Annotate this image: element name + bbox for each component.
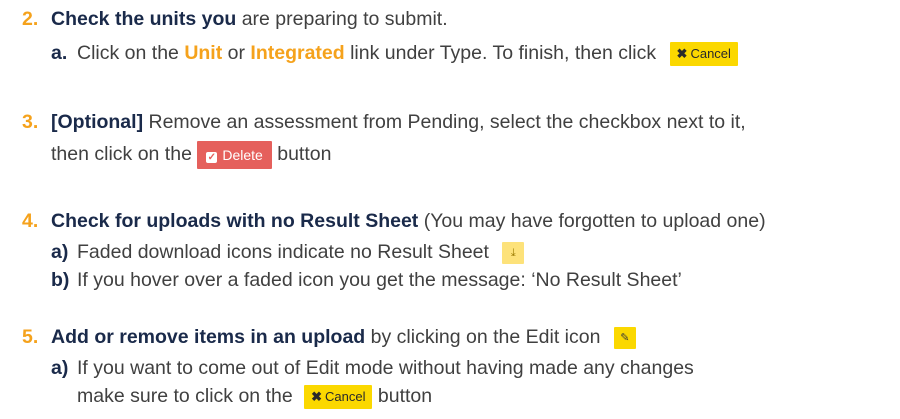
- step-number: 2.: [22, 8, 39, 30]
- cancel-label: Cancel: [325, 388, 366, 404]
- integrated-link[interactable]: Integrated: [250, 42, 344, 64]
- sub-text: If you hover over a faded icon you get t…: [77, 269, 682, 291]
- x-icon: ✖: [311, 388, 323, 404]
- step-number: 4.: [22, 210, 39, 232]
- step-4-line: 4. Check for uploads with no Result Sheet…: [22, 208, 766, 234]
- step-3-cont-line: then click on the ✓ Delete button: [51, 141, 331, 169]
- sub-label: a): [51, 357, 69, 379]
- cancel-button[interactable]: ✖ Cancel: [304, 384, 373, 409]
- step-text: by clicking on the Edit icon: [365, 326, 601, 348]
- x-icon: ✖: [676, 45, 688, 61]
- sub-label: a.: [51, 42, 68, 64]
- step-text-after: button: [271, 143, 332, 166]
- download-icon: ⤓: [502, 241, 525, 264]
- sub-text-after: link under Type. To finish, then click: [344, 42, 657, 64]
- step-text: (You may have forgotten to upload one): [418, 210, 766, 232]
- checkbox-icon: ✓: [206, 152, 218, 163]
- step-4b-line: b) If you hover over a faded icon you get…: [51, 267, 682, 293]
- step-text: are preparing to submit.: [236, 8, 448, 30]
- step-number: 5.: [22, 326, 39, 348]
- unit-link[interactable]: Unit: [184, 42, 222, 64]
- edit-icon[interactable]: ✎: [613, 326, 636, 349]
- step-3-line: 3. [Optional] Remove an assessment from P…: [22, 109, 746, 135]
- cancel-button[interactable]: ✖ Cancel: [669, 41, 738, 66]
- step-number: 3.: [22, 111, 39, 133]
- step-5a-line: a) If you want to come out of Edit mode w…: [51, 355, 694, 381]
- sub-text: Faded download icons indicate no Result …: [77, 241, 489, 263]
- step-4a-line: a) Faded download icons indicate no Resul…: [51, 239, 525, 265]
- step-5-line: 5. Add or remove items in an upload by cl…: [22, 324, 636, 350]
- step-text: Remove an assessment from Pending, selec…: [143, 111, 746, 133]
- step-heading: Add or remove items in an upload: [51, 326, 366, 348]
- sub-text-before: Click on the: [77, 42, 185, 64]
- step-5a-cont-line: make sure to click on the ✖ Cancel button: [77, 383, 432, 409]
- sub-label: a): [51, 241, 69, 263]
- step-2a-line: a. Click on the Unit or Integrated link u…: [51, 40, 738, 66]
- cancel-label: Cancel: [690, 45, 731, 61]
- sub-text-after: button: [372, 385, 433, 407]
- sub-text: If you want to come out of Edit mode wit…: [77, 357, 694, 379]
- delete-label: Delete: [222, 147, 263, 163]
- delete-button[interactable]: ✓ Delete: [197, 141, 272, 169]
- sub-label: b): [51, 269, 70, 291]
- step-heading: Check the units you: [51, 8, 237, 30]
- step-text-cont: then click on the: [51, 143, 198, 166]
- step-2-line: 2. Check the units you are preparing to s…: [22, 6, 448, 32]
- step-heading: Check for uploads with no Result Sheet: [51, 210, 419, 232]
- sub-text-cont: make sure to click on the: [77, 385, 299, 407]
- sub-text-mid: or: [222, 42, 251, 64]
- step-heading: [Optional]: [51, 111, 144, 133]
